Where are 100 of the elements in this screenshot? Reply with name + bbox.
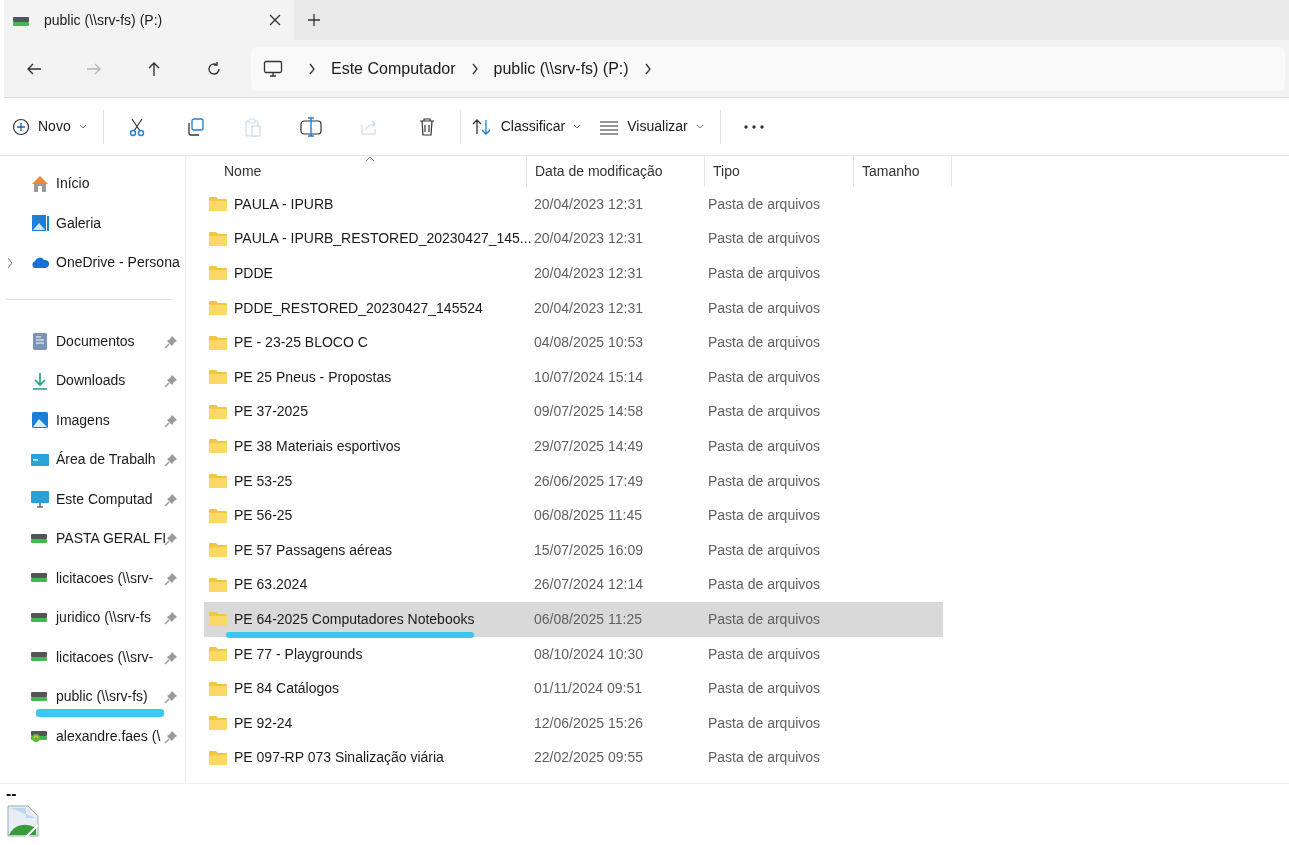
file-name[interactable]: PAULA - IPURB [234, 193, 334, 215]
file-row[interactable]: PE 92-24 12/06/2025 15:26 Pasta de arquivos [204, 705, 943, 741]
folder-icon [208, 437, 228, 456]
file-name[interactable]: PE 84 Catálogos [234, 678, 340, 700]
file-row[interactable]: PE 25 Pneus - Propostas 10/07/2024 15:14 Pasta de arquivos [204, 359, 943, 395]
folder-icon [208, 748, 228, 767]
file-name[interactable]: PE 56-25 [234, 505, 293, 527]
file-row[interactable]: PE 57 Passagens aéreas 15/07/2025 16:09 Pasta de arquivos [204, 532, 943, 568]
folder-icon [208, 472, 228, 491]
file-row[interactable]: PAULA - IPURB 20/04/2023 12:31 Pasta de arquivos [204, 187, 943, 222]
column-header[interactable]: Tamanho [853, 156, 952, 187]
folder-icon [208, 714, 228, 733]
type-cell-text: Pasta de arquivos [707, 679, 822, 699]
file-name[interactable]: PE 57 Passagens aéreas [234, 539, 392, 561]
file-name[interactable]: PE 25 Pneus - Propostas [234, 366, 392, 388]
type-cell-text: Pasta de arquivos [707, 713, 822, 733]
file-row[interactable]: PDDE 20/04/2023 12:31 Pasta de arquivos [204, 256, 943, 291]
date-cell-text: 20/04/2023 12:31 [533, 194, 644, 214]
type-cell-text: Pasta de arquivos [707, 367, 822, 387]
file-name[interactable]: PAULA - IPURB_RESTORED_20230427_145... [234, 228, 532, 250]
file-name[interactable]: PE - 23-25 BLOCO C [234, 332, 368, 354]
sidebar-item[interactable]: OneDrive - Persona [0, 243, 185, 283]
file-row[interactable]: PE 53-25 26/06/2025 17:49 Pasta de arquivos [204, 463, 943, 499]
date-cell-text: 26/07/2024 12:14 [533, 575, 644, 595]
date-cell-text: 20/04/2023 12:31 [533, 264, 644, 283]
sidebar-item[interactable]: Imagens [0, 400, 185, 440]
sidebar-item[interactable]: alexandre.faes (\ [0, 716, 185, 756]
type-cell-text: Pasta de arquivos [707, 575, 822, 595]
sidebar-item[interactable]: licitacoes (\\srv- [0, 637, 185, 677]
home-icon [30, 173, 50, 194]
breadcrumb-item[interactable]: Este Computador [317, 56, 470, 81]
monitor-icon [30, 489, 50, 510]
computer-icon [263, 58, 283, 79]
file-name[interactable]: PE 63.2024 [234, 574, 308, 596]
sort-button[interactable]: Classificar [464, 106, 594, 147]
type-cell-text: Pasta de arquivos [707, 748, 822, 768]
file-row[interactable]: PE 097-RP 073 Sinalização viária 22/02/2025 09:55 Pasta de arquivos [204, 740, 943, 776]
type-cell-text: Pasta de arquivos [707, 229, 822, 249]
file-name[interactable]: PDDE [234, 263, 273, 284]
file-name[interactable]: PE 097-RP 073 Sinalização viária [234, 747, 444, 769]
sidebar-item[interactable]: Início [0, 164, 185, 204]
folder-icon [208, 299, 228, 318]
date-cell-text: 26/06/2025 17:49 [533, 471, 644, 491]
plus-icon[interactable] [307, 13, 321, 27]
date-cell-text: 15/07/2025 16:09 [533, 540, 644, 560]
sidebar-item[interactable]: Documentos [0, 321, 185, 361]
type-cell-text: Pasta de arquivos [707, 471, 822, 491]
column-header[interactable]: Nome [204, 156, 526, 187]
file-row[interactable]: PE 63.2024 26/07/2024 12:14 Pasta de arquivos [204, 567, 943, 603]
type-cell-text: Pasta de arquivos [707, 540, 822, 560]
file-row[interactable]: PDDE_RESTORED_20230427_145524 20/04/2023 12:31 Pasta de arquivos [204, 290, 943, 326]
refresh-icon[interactable] [205, 59, 223, 78]
column-header[interactable]: Data de modificação [526, 156, 704, 187]
file-name[interactable]: PE 53-25 [234, 470, 293, 492]
view-button[interactable]: Visualizar [593, 106, 716, 147]
type-cell-text: Pasta de arquivos [707, 609, 822, 629]
file-row[interactable]: PE 38 Materiais esportivos 29/07/2025 14:49 Pasta de arquivos [204, 429, 943, 464]
file-name[interactable]: PE 37-2025 [234, 401, 308, 423]
folder-icon [208, 506, 228, 525]
sidebar-item[interactable]: Downloads [0, 361, 185, 401]
date-cell-text: 06/08/2025 11:25 [533, 609, 643, 629]
gallery-icon [30, 213, 50, 234]
type-cell-text: Pasta de arquivos [707, 194, 822, 214]
sidebar-item[interactable]: Área de Trabalh [0, 440, 185, 480]
type-cell-text: Pasta de arquivos [707, 402, 822, 422]
breadcrumb-item[interactable]: public (\\srv-fs) (P:) [479, 56, 643, 81]
folder-icon [208, 195, 228, 214]
new-button[interactable]: Novo [6, 106, 99, 147]
sidebar-item[interactable]: Este Computad [0, 479, 185, 519]
folder-icon [208, 368, 228, 387]
file-row[interactable]: PE 77 - Playgrounds 08/10/2024 10:30 Pasta de arquivos [204, 636, 943, 672]
sidebar-item[interactable]: licitacoes (\\srv- [0, 558, 185, 598]
sidebar-item[interactable]: Galeria [0, 203, 185, 243]
date-cell-text: 29/07/2025 14:49 [533, 436, 644, 456]
caret-icon [695, 123, 704, 130]
file-name[interactable]: PE 64-2025 Computadores Notebooks [234, 608, 475, 630]
file-name[interactable]: PDDE_RESTORED_20230427_145524 [234, 297, 483, 319]
file-row[interactable]: PE 84 Catálogos 01/11/2024 09:51 Pasta de arquivos [204, 671, 943, 706]
file-name[interactable]: PE 92-24 [234, 712, 293, 734]
chevron-icon[interactable] [307, 62, 317, 75]
column-header[interactable]: Tipo [704, 156, 853, 187]
folder-icon [208, 402, 228, 421]
date-cell-text: 10/07/2024 15:14 [533, 367, 644, 387]
caret-icon [573, 123, 582, 130]
file-row[interactable]: PE 37-2025 09/07/2025 14:58 Pasta de arquivos [204, 394, 943, 430]
close-icon[interactable] [268, 13, 282, 27]
file-name[interactable]: PE 77 - Playgrounds [234, 643, 363, 665]
file-row[interactable]: PE 56-25 06/08/2025 11:45 Pasta de arquivos [204, 498, 943, 533]
download-icon [30, 370, 50, 391]
type-cell-text: Pasta de arquivos [707, 506, 822, 526]
file-row[interactable]: PAULA - IPURB_RESTORED_20230427_145... 20/04/2023 12:31 Pasta de arquivos [204, 221, 943, 257]
date-cell-text: 06/08/2025 11:45 [533, 506, 643, 526]
tab[interactable]: public (\\srv-fs) (P:) [4, 0, 294, 40]
file-name[interactable]: PE 38 Materiais esportivos [234, 435, 401, 457]
sidebar-item[interactable]: juridico (\\srv-fs [0, 598, 185, 638]
folder-icon [208, 264, 228, 283]
sidebar-item[interactable]: public (\\srv-fs) [0, 677, 185, 717]
sidebar-item[interactable]: PASTA GERAL FI [0, 519, 185, 559]
file-row[interactable]: PE - 23-25 BLOCO C 04/08/2025 10:53 Pasta de arquivos [204, 325, 943, 360]
file-row[interactable]: PE 64-2025 Computadores Notebooks 06/08/2025 11:25 Pasta de arquivos [204, 602, 943, 637]
